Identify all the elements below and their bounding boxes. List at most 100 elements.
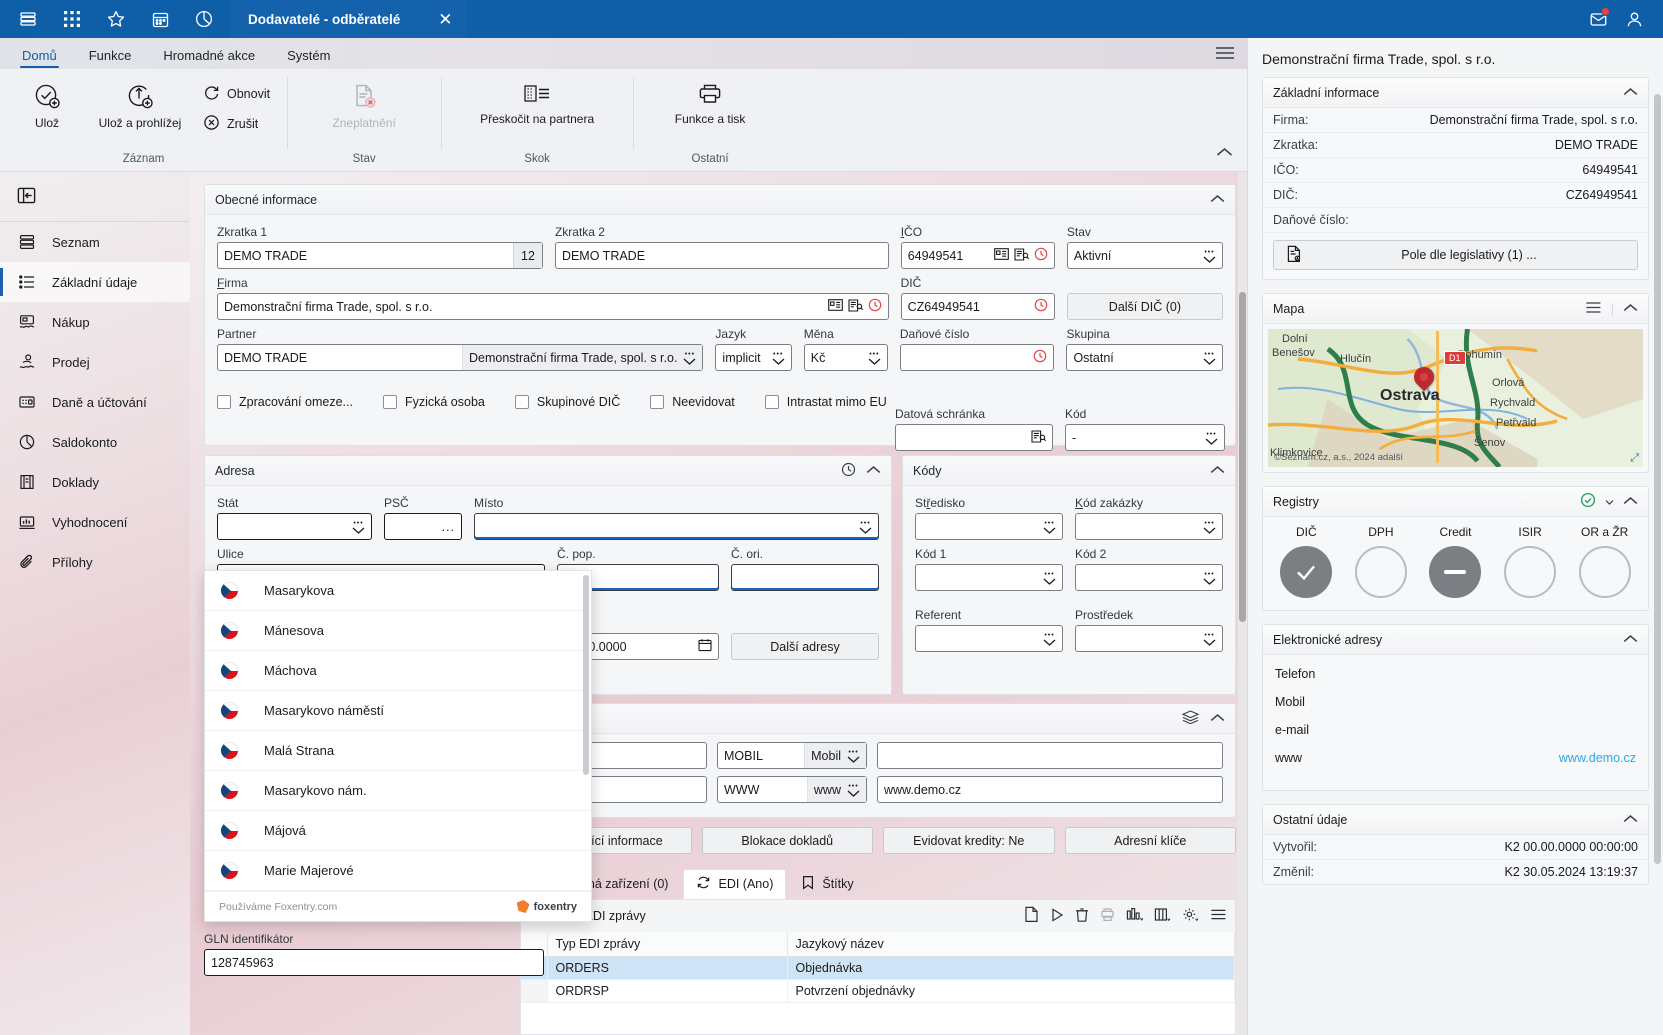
sidebar-item-prodej[interactable]: Prodej xyxy=(0,342,190,382)
history-clock-icon[interactable] xyxy=(1034,247,1048,264)
contact-row-0-type-select[interactable]: MOBIL Mobil ••• xyxy=(717,742,867,769)
chevron-down-icon[interactable]: ••• xyxy=(1043,520,1056,534)
skupina-select[interactable]: Ostatní ••• xyxy=(1066,344,1223,371)
settings-icon[interactable] xyxy=(1182,907,1199,926)
registry-item-credit[interactable]: Credit xyxy=(1429,525,1481,598)
right-pane-scrollbar[interactable] xyxy=(1654,94,1661,864)
save-button[interactable]: Ulož xyxy=(12,77,82,130)
chevron-down-icon[interactable]: ••• xyxy=(352,520,365,534)
referent-select[interactable]: ••• xyxy=(915,625,1063,652)
chevron-up-icon[interactable] xyxy=(1623,86,1638,100)
chevron-up-icon[interactable] xyxy=(1210,193,1225,207)
checkbox-intrastat-mimo-eu[interactable]: Intrastat mimo EU xyxy=(765,395,887,409)
cancel-button[interactable]: Zrušit xyxy=(198,112,275,136)
list-item[interactable]: Masarykova xyxy=(205,571,591,611)
ribbon-tab-funkce[interactable]: Funkce xyxy=(75,45,146,69)
stav-select[interactable]: Aktivní ••• xyxy=(1067,242,1223,269)
list-item[interactable]: Masarykovo nám. xyxy=(205,771,591,811)
history-clock-icon[interactable] xyxy=(1034,298,1048,315)
cori-input[interactable] xyxy=(731,564,879,591)
checkbox-fyzicka-osoba[interactable]: Fyzická osoba xyxy=(383,395,485,409)
stredisko-select[interactable]: ••• xyxy=(915,513,1063,540)
stat-select[interactable]: ••• xyxy=(217,513,372,540)
list-item[interactable]: Máchova xyxy=(205,651,591,691)
zkratka1-input[interactable]: DEMO TRADE 12 xyxy=(217,242,543,269)
mena-select[interactable]: Kč ••• xyxy=(804,344,888,371)
table-row[interactable]: ORDERS Objednávka xyxy=(521,957,1235,980)
apps-grid-icon[interactable] xyxy=(52,0,92,38)
chart-icon[interactable] xyxy=(1126,907,1143,926)
website-link[interactable]: www.demo.cz xyxy=(1559,751,1636,765)
ribbon-tab-hromadne-akce[interactable]: Hromadné akce xyxy=(149,45,269,69)
ribbon-tab-domu[interactable]: Domů xyxy=(8,45,71,69)
chevron-up-icon[interactable] xyxy=(1210,712,1225,726)
ribbon-collapse-icon[interactable] xyxy=(1216,147,1233,161)
menu-icon[interactable] xyxy=(8,0,48,38)
chevron-up-icon[interactable] xyxy=(1623,633,1638,647)
checkbox-neevidovat[interactable]: Neevidovat xyxy=(650,395,735,409)
jump-to-partner-button[interactable]: Přeskočit na partnera xyxy=(472,77,602,126)
run-icon[interactable] xyxy=(1050,907,1064,926)
contact-row-1-type-select[interactable]: WWW www ••• xyxy=(717,776,867,803)
history-clock-icon[interactable] xyxy=(841,462,856,480)
chevron-up-icon[interactable] xyxy=(1623,813,1638,827)
chevron-down-icon[interactable]: ••• xyxy=(859,520,872,534)
psc-input[interactable]: ... xyxy=(384,513,462,540)
contact-row-1-value-input[interactable]: www.demo.cz xyxy=(877,776,1223,803)
main-scrollbar[interactable] xyxy=(1238,172,1247,1035)
misto-input[interactable]: ••• xyxy=(474,513,879,540)
evidovat-kredity-button[interactable]: Evidovat kredity: Ne xyxy=(883,827,1055,854)
sidebar-item-nakup[interactable]: Nákup xyxy=(0,302,190,342)
chevron-down-icon[interactable]: ••• xyxy=(772,351,785,365)
history-clock-icon[interactable] xyxy=(1033,349,1047,366)
ico-input[interactable]: 64949541 xyxy=(901,242,1055,269)
chevron-up-icon[interactable] xyxy=(1210,464,1225,478)
sidebar-collapse-toggle[interactable] xyxy=(0,172,190,222)
refresh-button[interactable]: Obnovit xyxy=(198,82,275,106)
close-icon[interactable]: ✕ xyxy=(438,11,452,28)
chevron-down-icon[interactable]: ••• xyxy=(847,783,860,797)
list-item[interactable]: Malá Strana xyxy=(205,731,591,771)
datova-schranka-input[interactable] xyxy=(895,424,1053,451)
ribbon-tab-system[interactable]: Systém xyxy=(273,45,344,69)
tab-edi[interactable]: EDI (Ano) xyxy=(683,869,786,899)
autocomplete-scrollbar[interactable] xyxy=(583,575,589,887)
chevron-down-icon[interactable]: ••• xyxy=(1043,632,1056,646)
list-item[interactable]: Marie Majerové xyxy=(205,851,591,891)
jazyk-select[interactable]: implicit ••• xyxy=(715,344,791,371)
notifications-icon[interactable] xyxy=(1581,0,1615,38)
user-account-icon[interactable] xyxy=(1617,0,1651,38)
chevron-down-icon[interactable]: ••• xyxy=(1043,571,1056,585)
tab-stitky[interactable]: Štítky xyxy=(788,869,866,899)
blokace-dokladu-button[interactable]: Blokace dokladů xyxy=(702,827,874,854)
pie-chart-icon[interactable] xyxy=(184,0,224,38)
list-item[interactable]: Májová xyxy=(205,811,591,851)
sidebar-item-prilohy[interactable]: Přílohy xyxy=(0,542,190,582)
calendar-icon[interactable] xyxy=(140,0,180,38)
adresni-klice-button[interactable]: Adresní klíče xyxy=(1065,827,1237,854)
sidebar-item-dane-a-uctovani[interactable]: Daně a účtování xyxy=(0,382,190,422)
kod1-select[interactable]: ••• xyxy=(915,564,1063,591)
dalsi-dic-button[interactable]: Další DIČ (0) xyxy=(1067,293,1223,320)
menu-icon[interactable] xyxy=(1210,908,1227,924)
gln-input[interactable]: 128745963 xyxy=(204,949,544,976)
sidebar-item-doklady[interactable]: Doklady xyxy=(0,462,190,502)
main-scrollbar-thumb[interactable] xyxy=(1239,292,1246,622)
chevron-down-icon[interactable]: ••• xyxy=(1203,351,1216,365)
kod-select[interactable]: - ••• xyxy=(1065,424,1225,451)
table-row[interactable]: ORDRSP Potvrzení objednávky xyxy=(521,980,1235,1003)
chevron-down-small-icon[interactable] xyxy=(1605,495,1614,509)
columns-icon[interactable] xyxy=(1154,907,1171,926)
save-and-view-button[interactable]: Ulož a prohlížej xyxy=(86,77,194,130)
more-options-icon[interactable]: ... xyxy=(442,520,455,534)
chevron-down-icon[interactable]: ••• xyxy=(683,351,696,365)
chevron-down-icon[interactable]: ••• xyxy=(1203,520,1216,534)
business-card-icon[interactable] xyxy=(828,299,843,314)
dalsi-adresy-button[interactable]: Další adresy xyxy=(731,633,879,660)
sidebar-item-saldokonto[interactable]: Saldokonto xyxy=(0,422,190,462)
register-lookup-icon[interactable] xyxy=(1031,430,1046,446)
registry-item-isir[interactable]: ISIR xyxy=(1504,525,1556,598)
delete-icon[interactable] xyxy=(1075,907,1089,926)
ribbon-options-menu-icon[interactable] xyxy=(1215,46,1235,63)
chevron-down-icon[interactable]: ••• xyxy=(1203,571,1216,585)
